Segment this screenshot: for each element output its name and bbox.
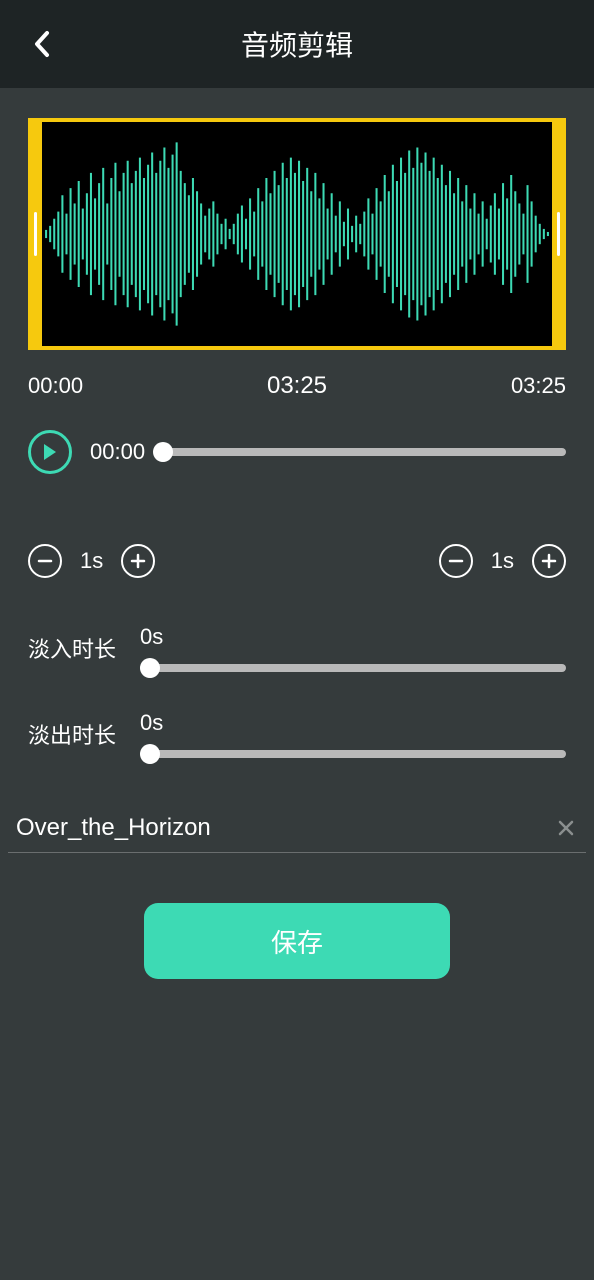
play-button[interactable] xyxy=(28,430,72,474)
playback-row: 00:00 xyxy=(28,430,566,474)
fade-out-slider[interactable] xyxy=(140,750,566,758)
fade-in-row: 淡入时长 0s xyxy=(28,624,566,672)
save-label: 保存 xyxy=(271,923,323,960)
fade-in-label: 淡入时长 xyxy=(28,632,116,664)
save-button[interactable]: 保存 xyxy=(144,903,450,979)
filename-input[interactable] xyxy=(16,814,554,842)
fade-out-label: 淡出时长 xyxy=(28,718,116,750)
trim-end-plus-button[interactable] xyxy=(532,544,566,578)
plus-icon xyxy=(541,553,557,569)
time-end: 03:25 xyxy=(511,373,566,399)
time-current: 03:25 xyxy=(267,372,327,400)
fade-in-value: 0s xyxy=(140,624,566,650)
content-area: 00:00 03:25 03:25 00:00 1s xyxy=(0,88,594,979)
fade-out-value: 0s xyxy=(140,710,566,736)
play-icon xyxy=(42,443,58,461)
time-row: 00:00 03:25 03:25 xyxy=(28,372,566,400)
clear-filename-button[interactable] xyxy=(554,816,578,840)
fade-out-row: 淡出时长 0s xyxy=(28,710,566,758)
close-icon xyxy=(556,818,576,838)
playback-progress-bar[interactable] xyxy=(163,448,566,456)
fade-out-thumb[interactable] xyxy=(140,744,160,764)
fade-out-slider-wrap: 0s xyxy=(140,710,566,758)
trim-start-minus-button[interactable] xyxy=(28,544,62,578)
chevron-left-icon xyxy=(33,30,51,58)
minus-icon xyxy=(37,553,53,569)
trim-controls-row: 1s 1s xyxy=(28,544,566,578)
trim-end-step: 1s xyxy=(491,548,514,574)
trim-start-group: 1s xyxy=(28,544,155,578)
time-start: 00:00 xyxy=(28,373,83,399)
waveform-icon xyxy=(42,122,552,346)
back-button[interactable] xyxy=(28,30,56,58)
fade-in-slider-wrap: 0s xyxy=(140,624,566,672)
playback-position: 00:00 xyxy=(90,439,145,465)
plus-icon xyxy=(130,553,146,569)
trim-end-minus-button[interactable] xyxy=(439,544,473,578)
fade-in-slider[interactable] xyxy=(140,664,566,672)
page-title: 音频剪辑 xyxy=(0,24,594,64)
trim-start-plus-button[interactable] xyxy=(121,544,155,578)
trim-end-group: 1s xyxy=(439,544,566,578)
trim-start-step: 1s xyxy=(80,548,103,574)
header: 音频剪辑 xyxy=(0,0,594,88)
filename-row xyxy=(8,814,586,853)
waveform-trim-area[interactable] xyxy=(28,118,566,350)
fade-in-thumb[interactable] xyxy=(140,658,160,678)
progress-thumb[interactable] xyxy=(153,442,173,462)
minus-icon xyxy=(448,553,464,569)
